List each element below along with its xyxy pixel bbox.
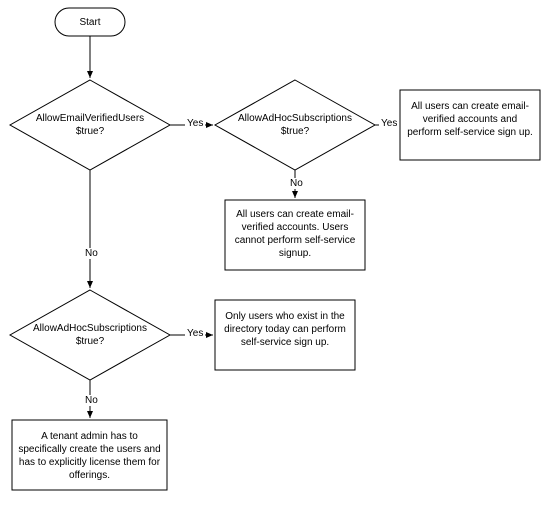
start-node (55, 8, 125, 36)
decision-adhoc-2 (10, 290, 170, 380)
decision-email-verified (10, 80, 170, 170)
flowchart-canvas (0, 0, 545, 505)
result-existing-only (215, 300, 355, 370)
decision-adhoc-1 (215, 80, 375, 170)
result-admin-required (12, 420, 167, 490)
result-all-create-no-selfservice (225, 200, 365, 270)
result-all-create-selfservice (400, 90, 540, 160)
